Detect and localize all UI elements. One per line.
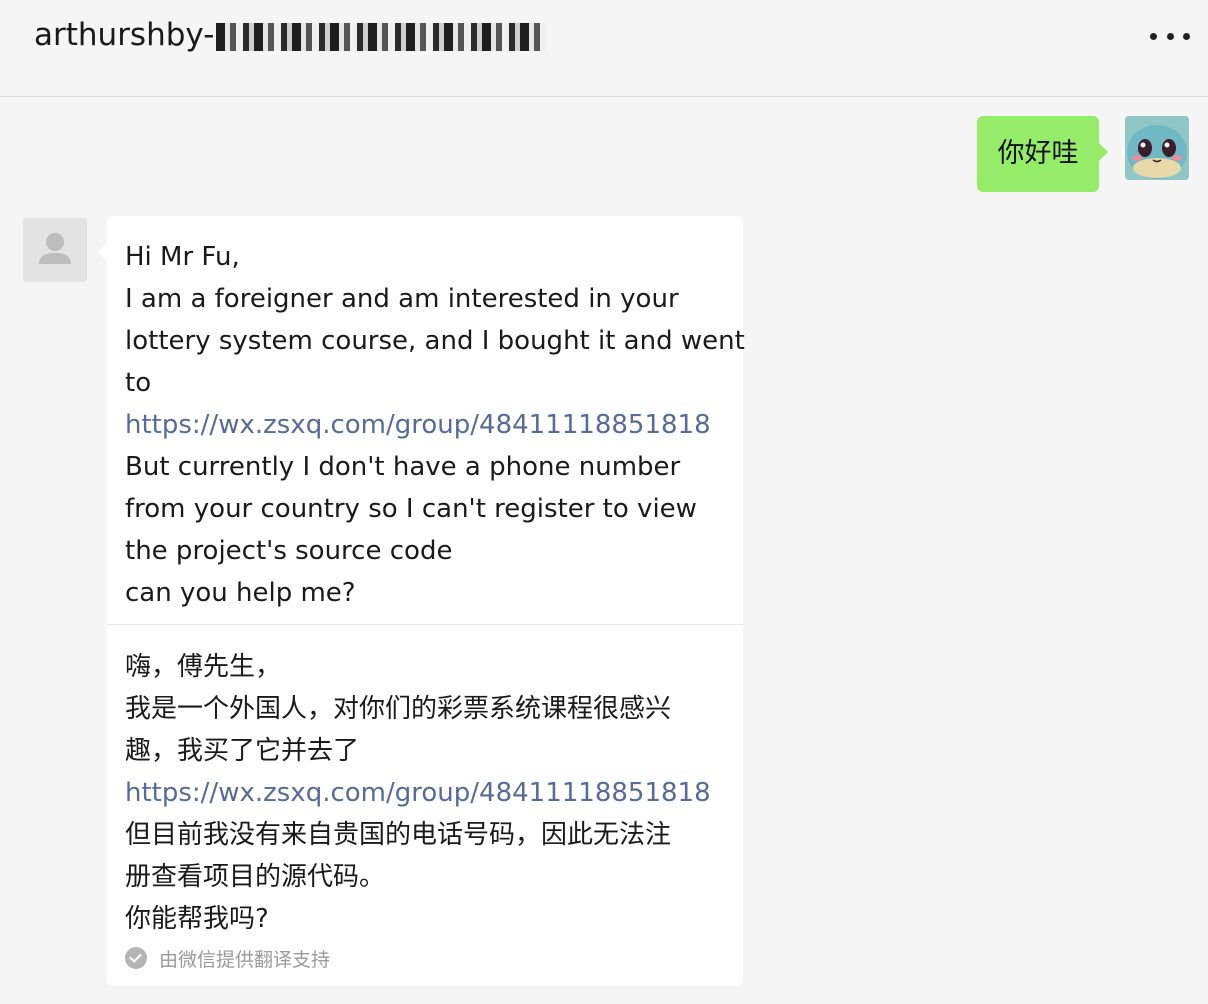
message-line: from your country so I can't register to… bbox=[125, 494, 697, 524]
translated-message: 嗨，傅先生， 我是一个外国人，对你们的彩票系统课程很感兴 趣，我买了它并去了 h… bbox=[125, 646, 737, 940]
contact-avatar[interactable] bbox=[23, 218, 87, 282]
user-silhouette-icon bbox=[39, 233, 71, 264]
squirtle-avatar-image bbox=[1125, 116, 1189, 180]
outgoing-message-bubble[interactable]: 你好哇 bbox=[977, 116, 1108, 192]
incoming-message-bubble[interactable]: Hi Mr Fu, I am a foreigner and am intere… bbox=[98, 216, 745, 986]
message-line: Hi Mr Fu, bbox=[125, 242, 240, 272]
translation-line: 嗨，傅先生， bbox=[125, 652, 282, 682]
check-circle-icon bbox=[125, 947, 147, 969]
translation-line: 你能帮我吗? bbox=[125, 904, 269, 934]
chat-title: arthurshby- bbox=[34, 14, 547, 56]
more-options-button[interactable] bbox=[1150, 24, 1190, 48]
outgoing-message-text: 你好哇 bbox=[997, 138, 1079, 169]
translation-line: 但目前我没有来自贵国的电话号码，因此无法注 bbox=[125, 820, 672, 850]
translation-footer: 由微信提供翻译支持 bbox=[125, 944, 330, 972]
more-dots-icon bbox=[1150, 32, 1157, 40]
message-line: to bbox=[125, 368, 152, 398]
message-link[interactable]: https://wx.zsxq.com/group/48411118851818 bbox=[125, 404, 737, 446]
message-line: I am a foreigner and am interested in yo… bbox=[125, 284, 679, 314]
redacted-block bbox=[216, 22, 547, 51]
message-line: But currently I don't have a phone numbe… bbox=[125, 452, 681, 482]
message-line: can you help me? bbox=[125, 578, 356, 608]
message-line: the project's source code bbox=[125, 536, 453, 566]
translation-line: 趣，我买了它并去了 bbox=[125, 736, 360, 766]
chat-title-text: arthurshby- bbox=[34, 17, 215, 53]
chat-header: arthurshby- bbox=[0, 0, 1208, 97]
translation-line: 册查看项目的源代码。 bbox=[125, 862, 386, 892]
message-line: lottery system course, and I bought it a… bbox=[125, 326, 745, 356]
translation-footer-text: 由微信提供翻译支持 bbox=[159, 948, 331, 971]
my-avatar[interactable] bbox=[1125, 116, 1189, 180]
translation-line: 我是一个外国人，对你们的彩票系统课程很感兴 bbox=[125, 694, 672, 724]
original-message: Hi Mr Fu, I am a foreigner and am intere… bbox=[125, 236, 745, 614]
translation-divider bbox=[107, 624, 743, 625]
translation-link[interactable]: https://wx.zsxq.com/group/48411118851818 bbox=[125, 772, 737, 814]
